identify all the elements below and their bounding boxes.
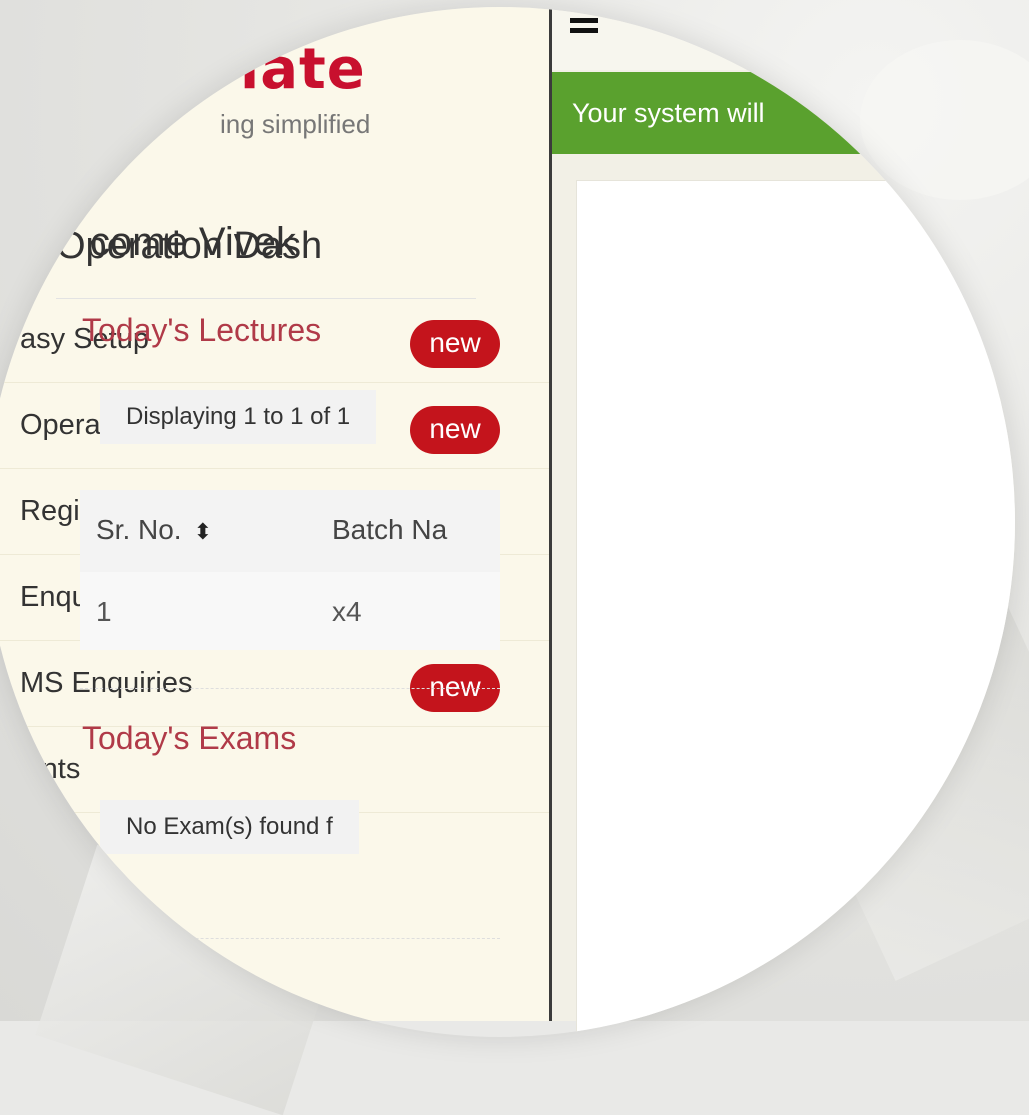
new-badge: new	[410, 320, 500, 368]
pending-heading: Pend	[82, 970, 157, 1006]
sort-icon[interactable]: ⬍	[194, 519, 212, 545]
exams-empty-message: No Exam(s) found f	[100, 800, 359, 854]
system-alert-banner: Your system will	[552, 72, 882, 154]
lectures-table: Sr. No. ⬍ Batch Na 1 x4	[80, 490, 500, 650]
sidebar-item-label: 'ents	[20, 753, 81, 785]
sidebar-item-sms-enquiries[interactable]: MS Enquiries new	[0, 641, 550, 727]
page-title: Operation Dash	[56, 225, 323, 267]
alert-text: Your system will	[572, 98, 765, 128]
section-divider	[80, 938, 500, 939]
new-badge: new	[410, 406, 500, 454]
brand-tagline: ing simplified	[220, 109, 371, 139]
title-divider	[56, 298, 476, 299]
hamburger-menu-icon[interactable]	[570, 18, 598, 38]
dashboard-panel	[576, 180, 1015, 1037]
brand-name: iate	[240, 37, 366, 102]
table-header-row: Sr. No. ⬍ Batch Na	[80, 490, 500, 572]
top-bar	[552, 7, 1015, 70]
main-content: Your system will	[552, 7, 1015, 1037]
todays-exams-heading: Today's Exams	[82, 720, 297, 756]
app-window: iate ing simplified come Vivek asy Setup…	[0, 7, 1015, 1037]
column-header-label: Sr. No.	[96, 514, 182, 545]
cell-batch-name: x4	[332, 596, 362, 627]
magnifier-lens: iate ing simplified come Vivek asy Setup…	[0, 7, 1015, 1037]
todays-lectures-heading: Today's Lectures	[82, 312, 322, 348]
column-header-batch-name[interactable]: Batch Na	[332, 514, 447, 546]
table-row[interactable]: 1 x4	[80, 572, 500, 650]
cell-sr-no: 1	[96, 596, 112, 627]
sidebar-item-label: MS Enquiries	[20, 667, 193, 699]
section-divider	[80, 688, 500, 689]
lectures-pagination-info: Displaying 1 to 1 of 1	[100, 390, 377, 444]
column-header-sr-no[interactable]: Sr. No. ⬍	[96, 514, 212, 546]
